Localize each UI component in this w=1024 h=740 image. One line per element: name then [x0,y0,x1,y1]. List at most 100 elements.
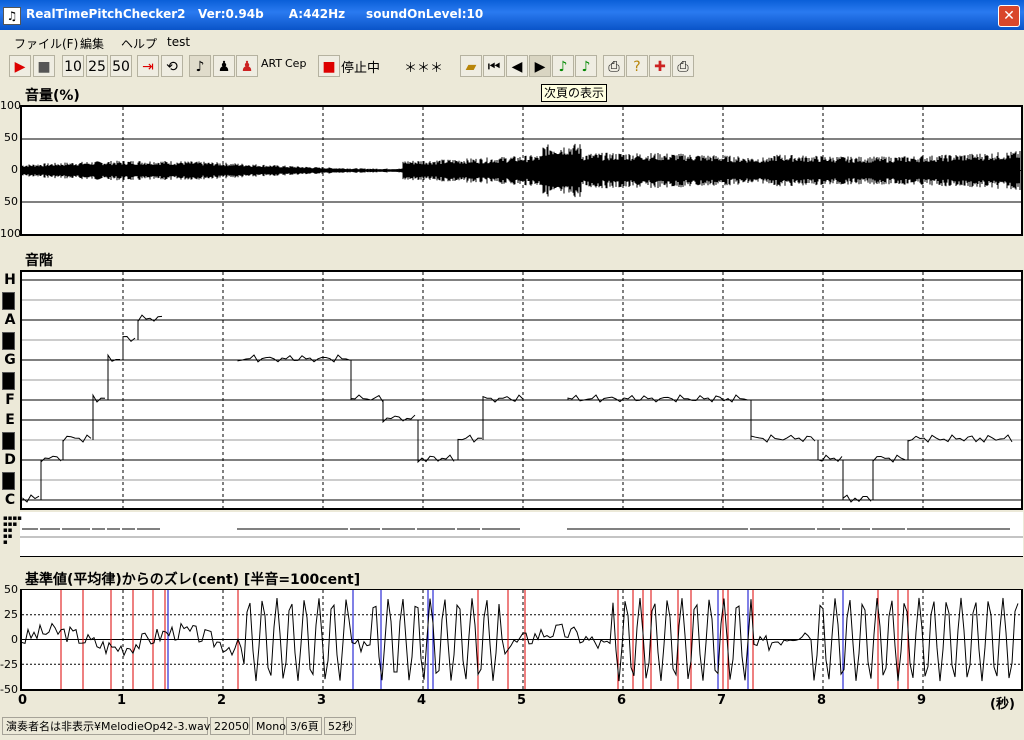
x-tick-0: 0 [18,693,28,708]
close-button[interactable]: ✕ [998,5,1020,27]
pitch-segment [567,394,749,403]
dev-ylabel-0: 0 [11,633,18,646]
note-green-icon[interactable]: ♪ [552,55,574,77]
play-icon[interactable]: ▶ [9,55,31,77]
strip-marker-icon: ▪▪▪▪ ▪▪▪ ▪▪ ▪▪ ▪ [3,514,22,546]
menu-file[interactable]: ファイル(F) [14,35,78,52]
pitch-segment [750,434,816,443]
menu-bar: ファイル(F) 編集 ヘルプ test [0,31,1024,52]
x-tick-6: 6 [617,693,627,708]
pitch-segment [92,393,106,403]
app-icon: ♫ [3,7,21,25]
pitch-segment [22,494,40,503]
pitch-segment [482,394,524,403]
open-folder-icon[interactable]: ▰ [460,55,482,77]
repeat-icon[interactable]: ⟲ [161,55,183,77]
status-channels: Mono [252,717,286,735]
deviation-curve [22,590,1021,689]
note-label-d: D [4,452,16,468]
speed-10-button[interactable]: 10 [62,55,84,77]
black-key-g-sharp [2,332,15,350]
note-label-c: C [4,492,16,508]
title-bar: ♫ RealTimePitchChecker2 Ver:0.94b A:442H… [0,0,1024,30]
prev-page-icon[interactable]: ◀ [506,55,528,77]
record-stop-icon[interactable]: ■ [318,55,340,77]
pitch-segment [457,434,483,443]
status-samplerate: 22050 [210,717,250,735]
deviation-title: 基準値(平均律)からのズレ(cent) [半音=100cent] [25,572,361,588]
violin-icon[interactable]: ♪ [189,55,211,77]
x-tick-8: 8 [817,693,827,708]
pitch-segment [40,455,62,464]
x-tick-9: 9 [917,693,927,708]
pitch-segment [382,414,416,424]
first-page-icon[interactable]: ⏮ [483,55,505,77]
print-icon[interactable]: ⎙ [603,55,625,77]
note-timeline-strip [20,512,1023,557]
volume-title: 音量(%) [25,88,80,104]
status-bar: 演奏者名は非表示¥MelodieOp42-3.wav 22050 Mono 3/… [0,714,1024,740]
pitch-segment [62,434,92,443]
volume-waveform [22,107,1021,234]
scale-title: 音階 [25,253,53,269]
volume-ylabel-neg100: 100 [0,227,21,240]
dev-ylabel-neg25: -25 [0,658,18,671]
pitch-segment [237,354,351,363]
deviation-plot[interactable] [20,589,1023,691]
menu-edit[interactable]: 編集 [80,35,104,52]
x-tick-7: 7 [717,693,727,708]
toolbar: ▶ ■ 10 25 50 ⇥ ⟲ ♪ ♟ ♟ ART Cep ■ 停止中 ＊＊＊… [0,53,1024,79]
art-button[interactable]: ART [261,57,282,70]
print-preview-icon[interactable]: ⎙ [672,55,694,77]
note-label-a: A [4,312,16,328]
pitch-segment [872,454,906,463]
note-outline-icon[interactable]: ♪ [575,55,597,77]
black-key-a-sharp [2,292,15,310]
status-filename: 演奏者名は非表示¥MelodieOp42-3.wav [2,717,210,735]
volume-ylabel-50: 50 [4,131,18,144]
pitch-segment [907,434,1013,443]
x-tick-5: 5 [517,693,527,708]
x-tick-1: 1 [117,693,127,708]
volume-ylabel-neg50: 50 [4,195,18,208]
pitch-segment [842,494,872,503]
volume-ylabel-0: 0 [11,163,18,176]
menu-help[interactable]: ヘルプ [121,35,157,52]
note-label-g: G [4,352,16,368]
note-label-e: E [5,412,15,428]
person-black-icon[interactable]: ♟ [213,55,235,77]
volume-wave-path [22,143,1021,198]
help-icon[interactable]: ? [626,55,648,77]
pitch-segment [122,335,136,342]
x-axis-unit: (秒) [990,697,1015,712]
pitch-segment [350,394,384,403]
jump-end-icon[interactable]: ⇥ [137,55,159,77]
black-key-f-sharp [2,372,15,390]
dev-ylabel-25: 25 [4,608,18,621]
cep-button[interactable]: Cep [285,57,306,70]
x-tick-4: 4 [417,693,427,708]
next-page-icon[interactable]: ▶ [529,55,551,77]
note-display: ＊＊＊ [404,61,444,76]
person-red-icon[interactable]: ♟ [236,55,258,77]
status-page: 3/6頁 [286,717,322,735]
note-label-f: F [5,392,15,408]
stop-icon[interactable]: ■ [33,55,55,77]
note-label-h: H [4,272,16,288]
volume-plot[interactable] [20,105,1023,236]
note-timeline [20,528,1023,538]
speed-50-button[interactable]: 50 [110,55,132,77]
x-tick-2: 2 [217,693,227,708]
speed-25-button[interactable]: 25 [86,55,108,77]
crosshair-icon[interactable]: ✚ [649,55,671,77]
volume-ylabel-100: 100 [0,99,21,112]
black-key-d-sharp [2,432,15,450]
dev-ylabel-neg50: -50 [0,683,18,696]
menu-test[interactable]: test [167,35,190,49]
pitch-plot[interactable] [20,270,1023,510]
tooltip: 次頁の表示 [541,84,608,102]
dev-ylabel-50: 50 [4,583,18,596]
x-tick-3: 3 [317,693,327,708]
status-text: 停止中 [341,61,381,76]
black-key-c-sharp [2,472,15,490]
